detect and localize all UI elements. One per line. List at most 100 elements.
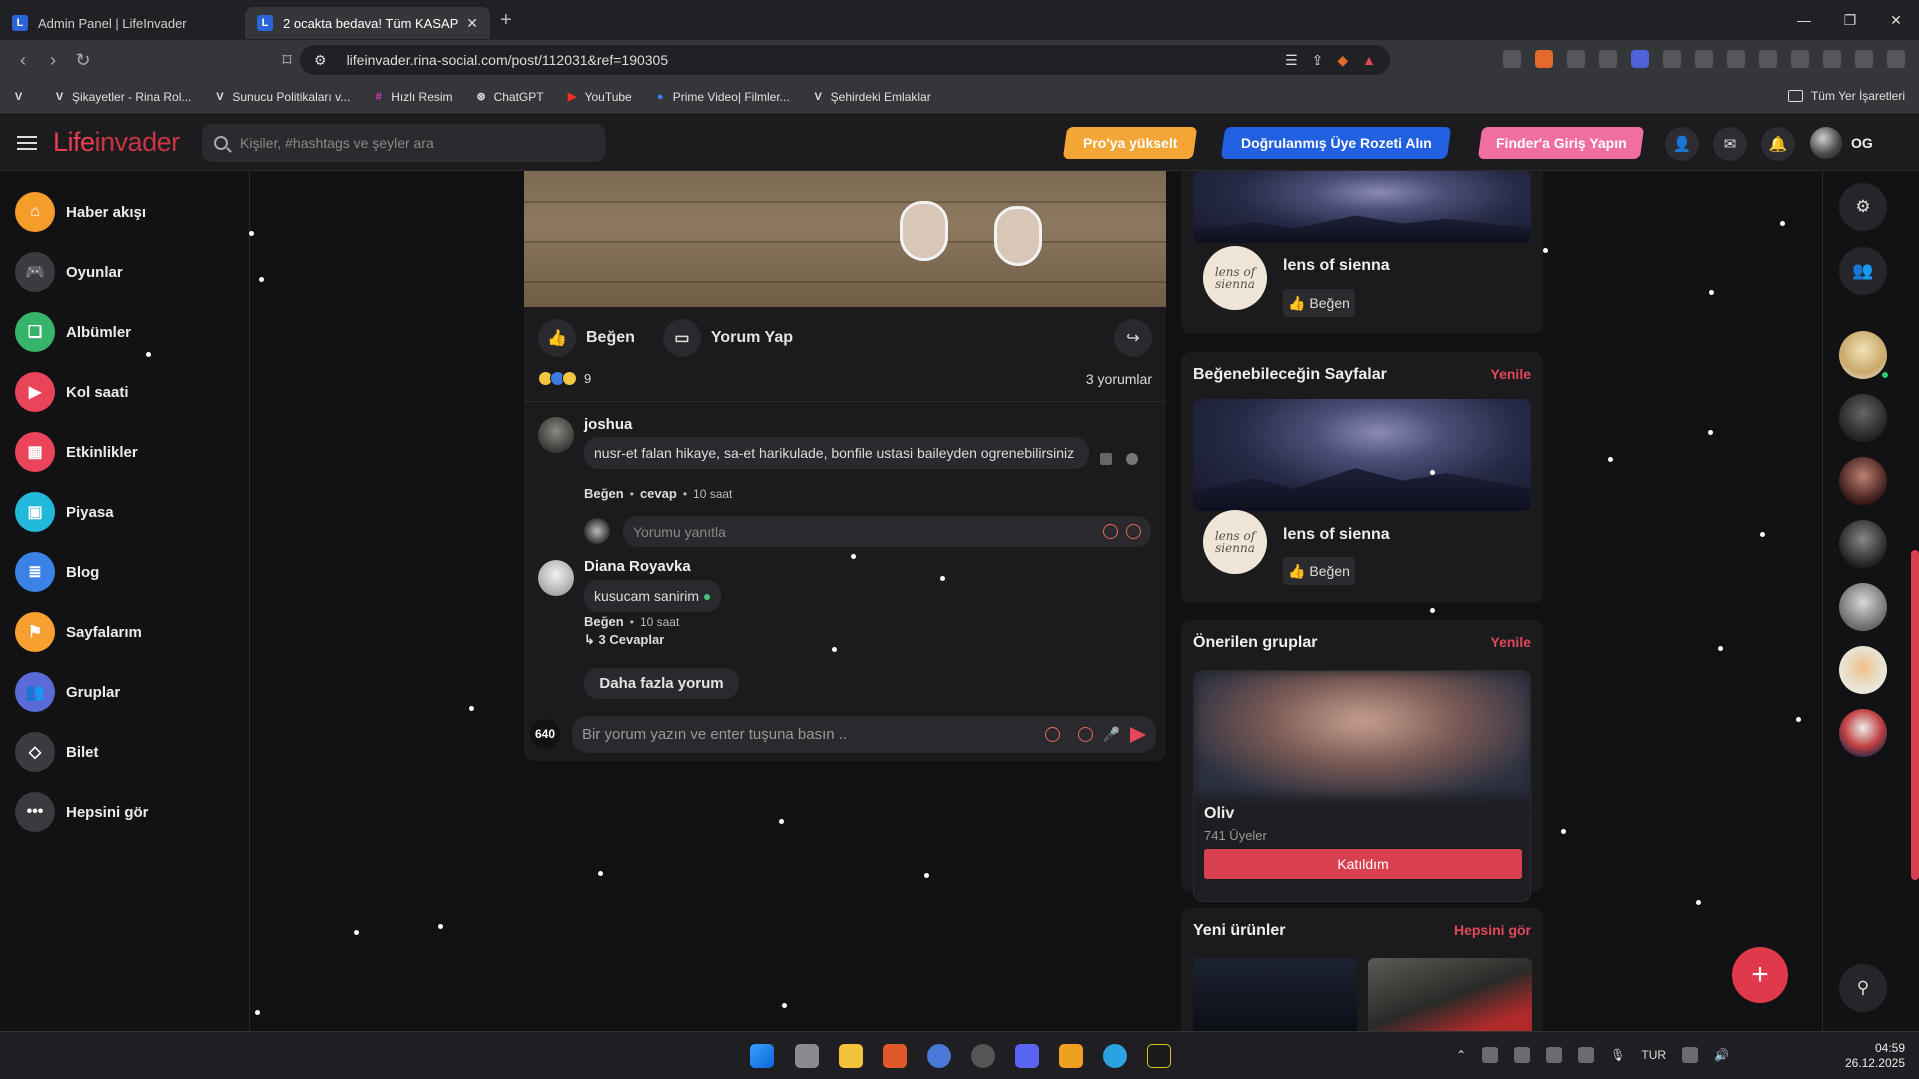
hamburger-menu-icon[interactable] <box>17 132 37 154</box>
restore-icon[interactable]: ❐ <box>1827 0 1873 40</box>
page-logo[interactable]: lens of sienna <box>1203 246 1267 310</box>
tab-post[interactable]: L 2 ocakta bedava! Tüm KASAP24 ✕ <box>245 7 490 39</box>
app-icon[interactable] <box>1147 1044 1171 1068</box>
site-info-icon[interactable]: ⚙ <box>314 52 327 69</box>
refresh-link[interactable]: Yenile <box>1491 634 1531 650</box>
start-icon[interactable] <box>750 1044 774 1068</box>
finder-login-button[interactable]: Finder'a Giriş Yapın <box>1477 127 1645 159</box>
avatar[interactable] <box>1810 127 1842 159</box>
remove-icon[interactable] <box>1126 453 1138 465</box>
comment-author[interactable]: joshua <box>584 416 632 433</box>
like-button[interactable]: 👍 Beğen <box>538 319 635 357</box>
emoji-icon[interactable] <box>1044 727 1060 742</box>
address-bar[interactable]: ⚙ lifeinvader.rina-social.com/post/11203… <box>300 45 1390 75</box>
sticker-icon[interactable] <box>1126 524 1141 539</box>
friend-request-icon[interactable]: 👤 <box>1665 127 1699 161</box>
system-clock[interactable]: 04:59 26.12.2025 <box>1845 1041 1905 1071</box>
share-icon[interactable]: ↪ <box>1114 319 1152 357</box>
discord-icon[interactable] <box>1015 1044 1039 1068</box>
page-cover-image[interactable] <box>1193 399 1531 511</box>
reaction-summary[interactable]: 9 <box>538 371 591 386</box>
product-image[interactable] <box>1368 958 1532 1038</box>
bookmark-item[interactable]: ⊛ ChatGPT <box>475 90 543 104</box>
app-icon[interactable] <box>1059 1044 1083 1068</box>
microphone-icon[interactable]: 🎙 <box>1610 1048 1625 1062</box>
sidebar-item-events[interactable]: ▦ Etkinlikler <box>15 432 138 472</box>
sidebar-item-groups[interactable]: 👥 Gruplar <box>15 672 120 712</box>
bookmark-item[interactable]: ● Prime Video| Filmler... <box>654 90 790 104</box>
sidebar-item-blog[interactable]: ≣ Blog <box>15 552 99 592</box>
sidebar-item-watch[interactable]: ▶ Kol saati <box>15 372 129 412</box>
lifeinvader-logo[interactable]: Lifeinvader <box>53 127 180 158</box>
friend-avatar[interactable] <box>1839 457 1887 505</box>
search-friends-icon[interactable]: ⚲ <box>1839 964 1887 1012</box>
share-icon[interactable]: ⇪ <box>1312 52 1324 69</box>
tab-admin-panel[interactable]: L Admin Panel | LifeInvader <box>0 7 245 39</box>
bookmark-item[interactable]: ▶ YouTube <box>566 90 632 104</box>
see-all-link[interactable]: Hepsini gör <box>1454 922 1531 938</box>
send-icon[interactable] <box>1130 726 1146 743</box>
extension-icon[interactable] <box>1631 50 1649 68</box>
close-window-icon[interactable]: ✕ <box>1873 0 1919 40</box>
more-comments-button[interactable]: Daha fazla yorum <box>584 668 739 699</box>
sidebar-item-ticket[interactable]: ◇ Bilet <box>15 732 99 772</box>
extension-icon[interactable] <box>1599 50 1617 68</box>
vpn-icon[interactable] <box>1855 50 1873 68</box>
all-bookmarks[interactable]: Tüm Yer İşaretleri <box>1787 89 1905 103</box>
puzzle-icon[interactable] <box>1695 50 1713 68</box>
user-initials[interactable]: OG <box>1851 135 1873 151</box>
product-image[interactable] <box>1193 958 1357 1038</box>
tray-icon[interactable] <box>1546 1047 1563 1063</box>
extension-icon[interactable] <box>1503 50 1521 68</box>
refresh-link[interactable]: Yenile <box>1491 366 1531 382</box>
comment-author[interactable]: Diana Royavka <box>584 558 691 575</box>
flag-comment-icon[interactable] <box>1100 453 1112 465</box>
friend-avatar[interactable] <box>1839 394 1887 442</box>
forward-icon[interactable]: › <box>38 50 68 71</box>
emoji-icon[interactable] <box>1103 524 1118 539</box>
leo-icon[interactable] <box>1823 50 1841 68</box>
brave-rewards-icon[interactable]: ▲ <box>1362 52 1376 68</box>
extension-icon[interactable] <box>1663 50 1681 68</box>
bookmark-item[interactable]: V Şikayetler - Rina Rol... <box>53 90 192 104</box>
friend-avatar[interactable] <box>1839 583 1887 631</box>
telegram-tray-icon[interactable] <box>1482 1047 1499 1063</box>
app-icon[interactable] <box>971 1044 995 1068</box>
upgrade-pro-button[interactable]: Pro'ya yükselt <box>1062 127 1198 159</box>
bookmark-icon[interactable]: ⌑ <box>272 50 302 71</box>
friend-avatar[interactable] <box>1839 520 1887 568</box>
page-like-button[interactable]: 👍 Beğen <box>1283 557 1355 585</box>
post-image[interactable] <box>524 171 1166 307</box>
brave-shield-icon[interactable]: ◆ <box>1337 52 1348 69</box>
sticker-icon[interactable] <box>1077 727 1093 742</box>
friend-avatar[interactable] <box>1839 646 1887 694</box>
close-tab-icon[interactable]: ✕ <box>466 15 478 32</box>
page-logo[interactable]: lens of sienna <box>1203 510 1267 574</box>
telegram-icon[interactable] <box>1103 1044 1127 1068</box>
reader-icon[interactable]: ☰ <box>1285 52 1298 69</box>
scrollbar[interactable] <box>1911 550 1919 880</box>
new-tab-icon[interactable]: + <box>500 9 512 32</box>
comment-input[interactable]: Bir yorum yazın ve enter tuşuna basın ..… <box>572 716 1156 753</box>
sidebar-item-see-all[interactable]: ••• Hepsini gör <box>15 792 149 832</box>
sidebar-item-games[interactable]: 🎮 Oyunlar <box>15 252 123 292</box>
comment-button[interactable]: ▭ Yorum Yap <box>662 319 793 357</box>
verified-badge-button[interactable]: Doğrulanmış Üye Rozeti Alın <box>1220 127 1452 159</box>
page-name[interactable]: lens of sienna <box>1283 257 1390 275</box>
create-post-button[interactable]: + <box>1732 947 1788 1003</box>
app-icon[interactable] <box>927 1044 951 1068</box>
comment-like-link[interactable]: Beğen <box>584 486 624 501</box>
comment-reply-link[interactable]: cevap <box>640 486 677 501</box>
page-cover-image[interactable] <box>1193 171 1531 243</box>
bookmark-item[interactable]: V Sunucu Politikaları v... <box>213 90 350 104</box>
join-button[interactable]: Katıldım <box>1204 849 1522 879</box>
messages-icon[interactable]: ✉ <box>1713 127 1747 161</box>
steam-tray-icon[interactable] <box>1514 1047 1531 1063</box>
sidebar-item-albums[interactable]: ❏ Albümler <box>15 312 131 352</box>
network-icon[interactable] <box>1682 1047 1699 1063</box>
sidebar-icon[interactable] <box>1759 50 1777 68</box>
language-indicator[interactable]: TUR <box>1641 1048 1666 1062</box>
sidebar-item-market[interactable]: ▣ Piyasa <box>15 492 114 532</box>
friend-avatar[interactable] <box>1839 709 1887 757</box>
page-like-button[interactable]: 👍 Beğen <box>1283 289 1355 317</box>
